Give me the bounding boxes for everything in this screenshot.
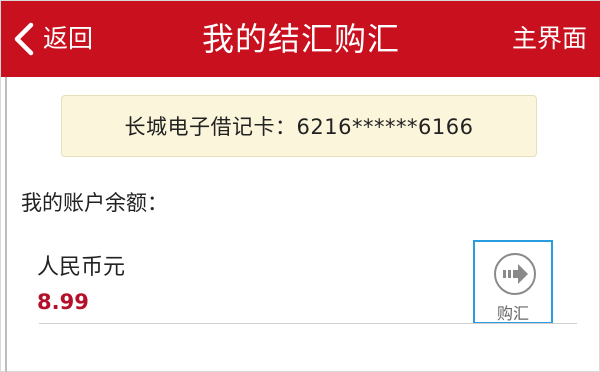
- home-button[interactable]: 主界面: [512, 21, 587, 57]
- currency-row: 人民币元: [37, 249, 125, 281]
- app-screen: 返回 我的结汇购汇 主界面 长城电子借记卡：6216******6166 我的账…: [0, 0, 600, 372]
- left-divider: [5, 77, 7, 372]
- card-info-box: 长城电子借记卡：6216******6166: [61, 95, 537, 157]
- row-divider: [39, 323, 577, 324]
- card-number-text: 长城电子借记卡：6216******6166: [124, 115, 474, 139]
- purchase-forex-button[interactable]: 购汇: [473, 240, 553, 324]
- nav-header: 返回 我的结汇购汇 主界面: [1, 1, 600, 77]
- currency-amount: 8.99: [37, 290, 89, 314]
- page-title: 我的结汇购汇: [201, 20, 400, 58]
- purchase-forex-label: 购汇: [496, 304, 529, 323]
- currency-name: 人民币元: [37, 255, 126, 280]
- arrow-right-circle-icon: [494, 253, 536, 295]
- balance-heading: 我的账户余额：: [21, 191, 168, 215]
